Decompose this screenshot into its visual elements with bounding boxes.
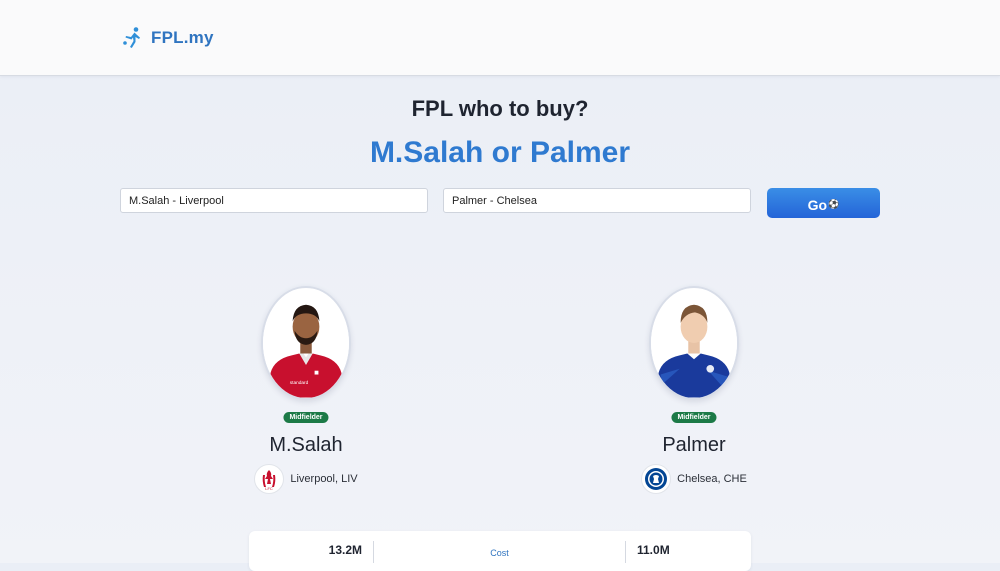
position-badge: Midfielder xyxy=(283,412,329,423)
svg-text:standard: standard xyxy=(290,380,309,386)
brand-link[interactable]: FPL.my xyxy=(121,26,214,50)
club-info: Chelsea, CHE xyxy=(584,464,804,494)
stat-value-right: 11.0M xyxy=(637,543,670,557)
chelsea-crest-icon xyxy=(641,464,672,494)
club-info: LFC Liverpool, LIV xyxy=(196,464,416,494)
player-photo: standard xyxy=(261,286,351,400)
player-photo xyxy=(649,286,739,400)
go-button-label: Go xyxy=(807,196,828,213)
svg-text:LFC: LFC xyxy=(266,486,274,491)
brand-name: FPL.my xyxy=(151,28,214,47)
player-name: Palmer xyxy=(662,434,726,456)
player-card-palmer: Midfielder Palmer Chelsea, CHE xyxy=(584,286,804,501)
player-card-salah: standard Midfielder M.Salah LFC Liverpoo… xyxy=(196,286,416,501)
player-name: M.Salah xyxy=(269,434,343,456)
club-label: Liverpool, LIV xyxy=(290,473,358,485)
liverpool-crest-icon: LFC xyxy=(254,464,285,494)
stat-value-left: 13.2M xyxy=(328,543,362,557)
player-silhouette-icon: standard xyxy=(263,288,349,398)
divider xyxy=(625,541,626,563)
footballer-kick-icon xyxy=(123,27,140,48)
stat-label: Cost xyxy=(490,548,509,558)
player-silhouette-icon xyxy=(651,288,737,398)
position-badge: Midfielder xyxy=(671,412,717,423)
go-button[interactable]: Go ⚽ xyxy=(767,188,880,218)
player-two-input[interactable] xyxy=(443,188,751,213)
player-one-input[interactable] xyxy=(120,188,428,213)
stats-comparison-card: 13.2M Cost 11.0M xyxy=(249,531,751,571)
club-label: Chelsea, CHE xyxy=(677,473,747,485)
comparison-title: M.Salah or Palmer xyxy=(369,136,631,169)
page-heading: FPL who to buy? xyxy=(411,96,589,121)
football-icon: ⚽ xyxy=(828,199,840,209)
site-header: FPL.my xyxy=(0,0,1000,76)
